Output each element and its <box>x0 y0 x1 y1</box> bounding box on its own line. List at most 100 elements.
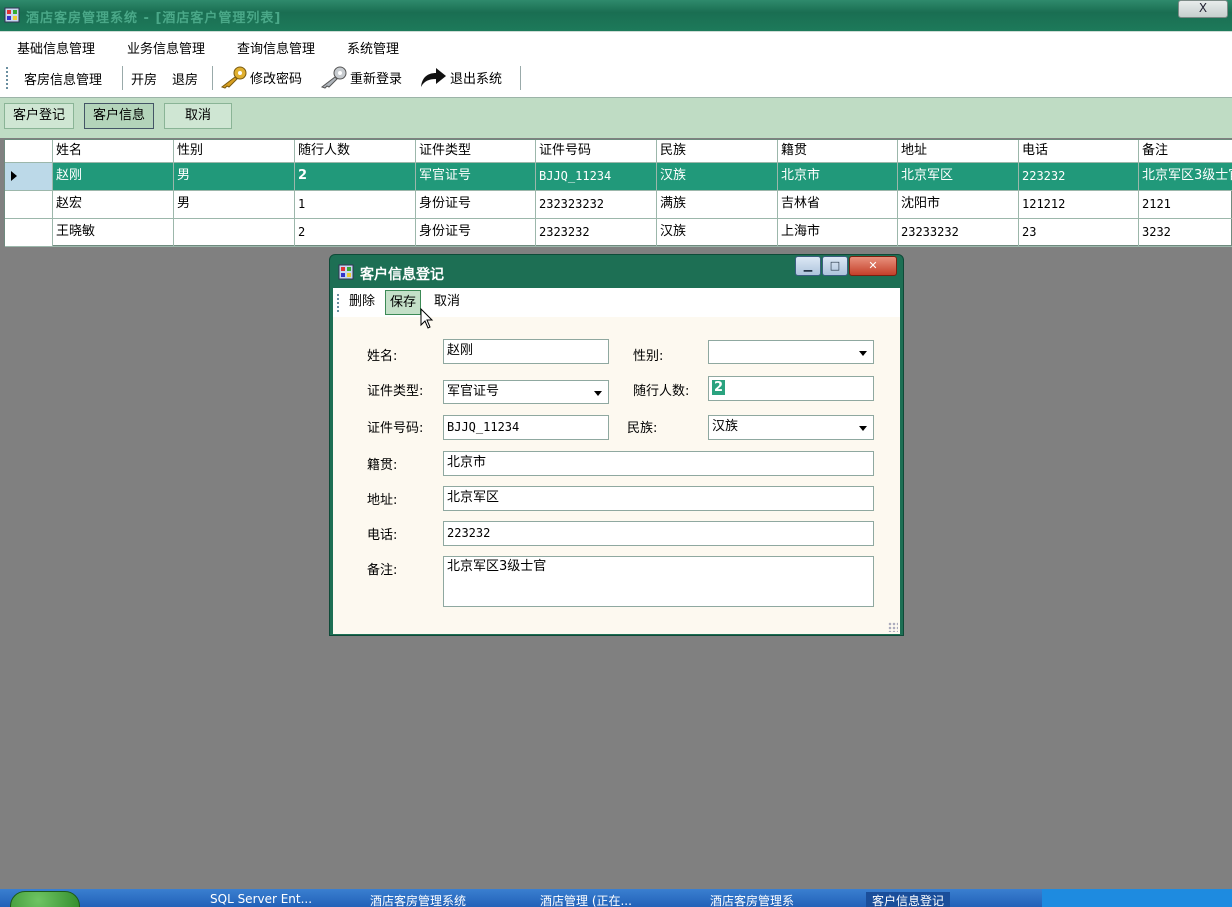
taskbar: SQL Server Ent... 酒店客房管理系统 酒店管理 (正在... 酒… <box>0 889 1232 907</box>
grid-cell[interactable]: 2323232 <box>536 219 657 247</box>
dialog-cancel-button[interactable]: 取消 <box>430 290 464 315</box>
grid-cell[interactable]: 男 <box>174 191 295 219</box>
grid-cell[interactable]: 身份证号 <box>416 219 536 247</box>
grid-cell[interactable]: 121212 <box>1019 191 1139 219</box>
start-button[interactable] <box>10 891 80 907</box>
relogin-label: 重新登录 <box>350 71 403 87</box>
strip-cancel-button[interactable]: 取消 <box>164 103 232 129</box>
name-field[interactable]: 赵刚 <box>443 339 609 364</box>
grid-cell[interactable]: 汉族 <box>657 219 778 247</box>
grid-cell[interactable]: 223232 <box>1019 163 1139 191</box>
grid-cell[interactable]: 23233232 <box>898 219 1019 247</box>
taskbar-item[interactable]: SQL Server Ent... <box>210 892 312 907</box>
taskbar-item[interactable]: 酒店客房管理系统 <box>370 892 466 907</box>
open-room-button[interactable]: 开房 <box>131 69 157 88</box>
column-header[interactable]: 姓名 <box>53 140 174 163</box>
grid-cell[interactable]: 满族 <box>657 191 778 219</box>
grid-cell[interactable]: 232323232 <box>536 191 657 219</box>
address-field[interactable]: 北京军区 <box>443 486 874 511</box>
table-row[interactable]: 赵宏 男 1 身份证号 232323232 满族 吉林省 沈阳市 121212 … <box>5 191 1232 219</box>
taskbar-item[interactable]: 客户信息登记 <box>866 892 951 907</box>
table-row[interactable]: 赵刚 男 2 军官证号 BJJQ_11234 汉族 北京市 北京军区 22323… <box>5 163 1232 191</box>
relogin-button[interactable]: 重新登录 <box>318 65 402 89</box>
row-header-corner <box>5 140 53 163</box>
ethnicity-select[interactable]: 汉族 <box>708 415 874 440</box>
window-close-button[interactable]: X <box>1178 0 1228 18</box>
row-selector[interactable] <box>5 163 53 191</box>
grid-cell[interactable]: 男 <box>174 163 295 191</box>
column-header[interactable]: 电话 <box>1019 140 1139 163</box>
menu-basic-info[interactable]: 基础信息管理 <box>17 38 95 57</box>
column-header[interactable]: 证件类型 <box>416 140 536 163</box>
toolbar-grip[interactable] <box>6 67 8 89</box>
customer-register-button[interactable]: 客户登记 <box>4 103 75 129</box>
checkout-button[interactable]: 退房 <box>172 69 198 88</box>
id-number-field[interactable]: BJJQ_11234 <box>443 415 609 440</box>
menu-business-info[interactable]: 业务信息管理 <box>127 38 205 57</box>
resize-grip[interactable] <box>888 622 898 632</box>
taskbar-item[interactable]: 酒店客房管理系 <box>710 892 794 907</box>
grid-cell[interactable]: 2 <box>295 219 416 247</box>
row-selector[interactable] <box>5 219 53 247</box>
grid-header-row: 姓名 性别 随行人数 证件类型 证件号码 民族 籍贯 地址 电话 备注 <box>5 140 1232 163</box>
room-management-button[interactable]: 客房信息管理 <box>24 69 102 88</box>
toolbar-separator <box>212 66 213 90</box>
menu-query-info[interactable]: 查询信息管理 <box>237 38 315 57</box>
chevron-down-icon <box>859 426 867 431</box>
table-row[interactable]: 王晓敏 2 身份证号 2323232 汉族 上海市 23233232 23 32… <box>5 219 1232 247</box>
column-header[interactable]: 民族 <box>657 140 778 163</box>
grid-cell[interactable]: 沈阳市 <box>898 191 1019 219</box>
customer-register-dialog[interactable]: 客户信息登记 ▁ □ ✕ 删除 保存 取消 姓名: 赵刚 性别: 证件类型: 军… <box>329 254 904 636</box>
column-header[interactable]: 备注 <box>1139 140 1232 163</box>
grid-cell[interactable]: 2121 <box>1139 191 1232 219</box>
id-type-select[interactable]: 军官证号 <box>443 380 609 404</box>
customer-info-button[interactable]: 客户信息 <box>84 103 155 129</box>
grid-cell[interactable]: BJJQ_11234 <box>536 163 657 191</box>
companions-label: 随行人数: <box>633 384 690 399</box>
companions-field[interactable]: 2 <box>708 376 874 401</box>
grid-cell[interactable]: 北京军区3级士官 <box>1139 163 1232 191</box>
grid-cell[interactable] <box>174 219 295 247</box>
grid-cell[interactable]: 赵宏 <box>53 191 174 219</box>
dialog-close-button[interactable]: ✕ <box>849 256 897 276</box>
native-place-field[interactable]: 北京市 <box>443 451 874 476</box>
grid-cell[interactable]: 赵刚 <box>53 163 174 191</box>
change-password-button[interactable]: 修改密码 <box>218 65 302 89</box>
minimize-button[interactable]: ▁ <box>795 256 821 276</box>
grid-cell[interactable]: 23 <box>1019 219 1139 247</box>
toolbar-grip[interactable] <box>337 294 339 312</box>
grid-cell[interactable]: 吉林省 <box>778 191 898 219</box>
grid-cell[interactable]: 军官证号 <box>416 163 536 191</box>
menu-system[interactable]: 系统管理 <box>347 38 399 57</box>
exit-system-button[interactable]: 退出系统 <box>418 65 502 89</box>
grid-cell[interactable]: 北京军区 <box>898 163 1019 191</box>
column-header[interactable]: 性别 <box>174 140 295 163</box>
column-header[interactable]: 籍贯 <box>778 140 898 163</box>
system-tray[interactable] <box>1042 889 1232 907</box>
grid-cell[interactable]: 3232 <box>1139 219 1232 247</box>
customer-grid: 姓名 性别 随行人数 证件类型 证件号码 民族 籍贯 地址 电话 备注 赵刚 男… <box>4 139 1232 247</box>
grid-cell[interactable]: 身份证号 <box>416 191 536 219</box>
checkout-label: 退房 <box>172 73 199 88</box>
grid-cell[interactable]: 1 <box>295 191 416 219</box>
main-title-bar[interactable]: 酒店客房管理系统 - [酒店客户管理列表] X <box>0 0 1232 31</box>
grid-cell[interactable]: 上海市 <box>778 219 898 247</box>
delete-button[interactable]: 删除 <box>345 290 379 315</box>
column-header[interactable]: 随行人数 <box>295 140 416 163</box>
phone-field[interactable]: 223232 <box>443 521 874 546</box>
maximize-button[interactable]: □ <box>822 256 848 276</box>
grid-cell[interactable]: 汉族 <box>657 163 778 191</box>
remarks-textarea[interactable]: 北京军区3级士官 <box>443 556 874 607</box>
gender-select[interactable] <box>708 340 874 364</box>
column-header[interactable]: 地址 <box>898 140 1019 163</box>
row-selector[interactable] <box>5 191 53 219</box>
taskbar-item[interactable]: 酒店管理 (正在... <box>540 892 632 907</box>
toolbar-separator <box>520 66 521 90</box>
grid-cell[interactable]: 王晓敏 <box>53 219 174 247</box>
grid-cell[interactable]: 北京市 <box>778 163 898 191</box>
column-header[interactable]: 证件号码 <box>536 140 657 163</box>
maximize-icon: □ <box>829 259 841 272</box>
id-number-label: 证件号码: <box>367 421 424 436</box>
save-button[interactable]: 保存 <box>385 290 422 315</box>
grid-cell[interactable]: 2 <box>295 163 416 191</box>
